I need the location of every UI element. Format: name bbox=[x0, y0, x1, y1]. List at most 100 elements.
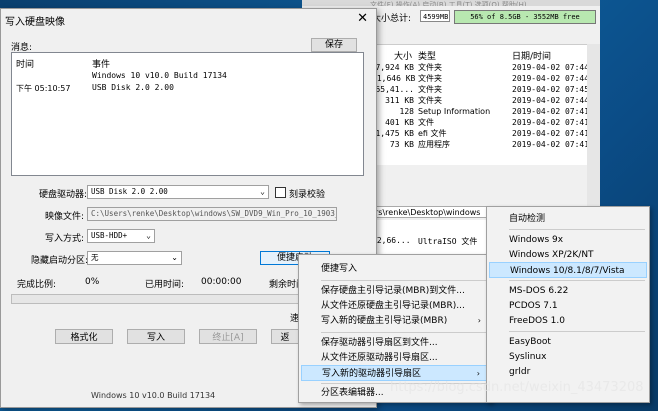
table-row[interactable]: 401 KB文件2019-04-02 07:412 bbox=[372, 118, 600, 128]
write-button[interactable]: 写入 bbox=[127, 329, 185, 344]
boot-sector-submenu: 自动检测 Windows 9x Windows XP/2K/NT Windows… bbox=[486, 206, 650, 403]
chevron-down-icon: ⌄ bbox=[260, 187, 265, 196]
submenu-item-win9x[interactable]: Windows 9x bbox=[489, 232, 647, 248]
bg-cell-type: 文件 bbox=[418, 118, 434, 127]
image-file-field[interactable]: C:\Users\renke\Desktop\windows\SW_DVD9_W… bbox=[87, 207, 337, 221]
chevron-down-icon: ⌄ bbox=[146, 231, 151, 240]
submenu-item-win10[interactable]: Windows 10/8.1/8/7/Vista bbox=[489, 262, 647, 278]
table-row[interactable]: 21,646 KB文件夹2019-04-02 07:443 bbox=[372, 74, 600, 84]
submenu-item-grldr[interactable]: grldr bbox=[489, 364, 647, 380]
table-row[interactable]: 55,41...文件夹2019-04-02 07:453 bbox=[372, 85, 600, 95]
submenu-arrow-icon: › bbox=[477, 316, 481, 325]
menu-separator bbox=[509, 229, 645, 230]
bg-cell-date: 2019-04-02 07:44 bbox=[512, 96, 590, 105]
stop-button[interactable]: 终止[A] bbox=[199, 329, 257, 344]
lower-row-type: UltraISO 文件 bbox=[418, 237, 478, 246]
format-button[interactable]: 格式化 bbox=[55, 329, 113, 344]
bg-cell-date: 2019-04-02 07:44 bbox=[512, 63, 590, 72]
chevron-down-icon: ⌄ bbox=[171, 253, 178, 262]
table-row[interactable]: 311 KB文件夹2019-04-02 07:443 bbox=[372, 96, 600, 106]
write-mode-label: 写入方式: bbox=[45, 234, 85, 244]
menu-separator bbox=[321, 280, 487, 281]
lower-row-size: 02,66... bbox=[372, 236, 411, 245]
log-time-2: 下午 05:10:57 bbox=[16, 84, 71, 93]
menu-item-restore-mbr[interactable]: 从文件还原硬盘主引导记录(MBR)... bbox=[301, 298, 489, 314]
bg-cell-type: 文件夹 bbox=[418, 85, 442, 94]
menu-item-save-mbr[interactable]: 保存硬盘主引导记录(MBR)到文件... bbox=[301, 283, 489, 299]
submenu-item-pcdos[interactable]: PCDOS 7.1 bbox=[489, 298, 647, 314]
col-date-header[interactable]: 日期/时间 bbox=[512, 49, 551, 62]
table-row[interactable]: 128Setup Information2019-04-02 07:412 bbox=[372, 107, 600, 117]
menu-separator bbox=[509, 280, 645, 281]
size-total-bar: 大小总计: 4599MB 56% of 8.5GB - 3552MB free bbox=[372, 8, 600, 26]
submenu-item-winxp[interactable]: Windows XP/2K/NT bbox=[489, 247, 647, 263]
menu-item-write-mbr[interactable]: 写入新的硬盘主引导记录(MBR) › bbox=[301, 313, 489, 329]
drive-select-value: USB Disk 2.0 2.00 bbox=[91, 187, 168, 196]
table-row[interactable]: 7,924 KB文件夹2019-04-02 07:443 bbox=[372, 63, 600, 73]
menu-separator bbox=[509, 331, 645, 332]
bg-cell-size: 73 KB bbox=[389, 140, 414, 149]
size-total-label: 大小总计: bbox=[372, 14, 412, 24]
message-log[interactable]: 时间 事件 Windows 10 v10.0 Build 17134 下午 05… bbox=[11, 52, 364, 176]
bg-cell-size: 401 KB bbox=[385, 118, 414, 127]
verify-checkbox[interactable] bbox=[275, 187, 286, 198]
bg-cell-type: 文件夹 bbox=[418, 96, 442, 105]
hidden-partition-label: 隐藏启动分区: bbox=[31, 256, 89, 266]
close-icon[interactable]: ✕ bbox=[357, 11, 368, 26]
submenu-item-syslinux[interactable]: Syslinux bbox=[489, 349, 647, 365]
hidden-partition-select[interactable]: 无 ⌄ bbox=[87, 251, 182, 265]
bg-cell-type: 文件夹 bbox=[418, 63, 442, 72]
col-event-header: 事件 bbox=[92, 60, 111, 70]
submenu-item-msdos[interactable]: MS-DOS 6.22 bbox=[489, 283, 647, 299]
menu-item-save-boot-sector[interactable]: 保存驱动器引导扇区到文件... bbox=[301, 335, 489, 351]
menu-item-quick-write[interactable]: 便捷写入 bbox=[301, 261, 489, 277]
log-event-2: USB Disk 2.0 2.00 bbox=[92, 83, 174, 92]
submenu-item-easyboot[interactable]: EasyBoot bbox=[489, 334, 647, 350]
menu-item-label: 从文件还原硬盘主引导记录(MBR)... bbox=[321, 301, 465, 311]
col-size-header[interactable]: 大小 bbox=[394, 49, 412, 62]
submenu-item-auto-detect[interactable]: 自动检测 bbox=[489, 211, 647, 227]
log-event-1: Windows 10 v10.0 Build 17134 bbox=[92, 71, 227, 80]
bg-cell-type: 文件夹 bbox=[418, 74, 442, 83]
dialog-title: 写入硬盘映像 bbox=[5, 17, 65, 28]
bg-cell-size: 311 KB bbox=[385, 96, 414, 105]
drive-select[interactable]: USB Disk 2.0 2.00 ⌄ bbox=[87, 185, 269, 199]
menu-item-label: 写入新的驱动器引导扇区 bbox=[322, 369, 422, 379]
menu-item-label: 保存硬盘主引导记录(MBR)到文件... bbox=[321, 286, 465, 296]
menu-item-label: 写入新的硬盘主引导记录(MBR) bbox=[321, 316, 448, 326]
col-type-header[interactable]: 类型 bbox=[418, 49, 436, 62]
write-mode-value: USB-HDD+ bbox=[91, 231, 128, 240]
done-value: 0% bbox=[85, 277, 100, 287]
bg-cell-type: 应用程序 bbox=[418, 140, 450, 149]
elapsed-value: 00:00:00 bbox=[201, 277, 242, 287]
menu-item-restore-boot-sector[interactable]: 从文件还原驱动器引导扇区... bbox=[301, 350, 489, 366]
table-row[interactable]: 1,475 KBefi 文件2019-04-02 07:412 bbox=[372, 129, 600, 139]
bg-cell-type: Setup Information bbox=[418, 107, 491, 116]
save-button[interactable]: 保存 bbox=[311, 38, 357, 52]
submenu-item-freedos[interactable]: FreeDOS 1.0 bbox=[489, 313, 647, 329]
verify-label: 刻录校验 bbox=[289, 190, 326, 200]
done-label: 完成比例: bbox=[17, 280, 57, 290]
bg-cell-date: 2019-04-02 07:41 bbox=[512, 129, 590, 138]
menu-separator bbox=[321, 332, 487, 333]
write-mode-select[interactable]: USB-HDD+ ⌄ bbox=[87, 229, 155, 243]
bg-cell-size: 1,475 KB bbox=[375, 129, 414, 138]
free-space-bar: 56% of 8.5GB - 3552MB free bbox=[454, 10, 596, 24]
menu-item-label: 从文件还原驱动器引导扇区... bbox=[321, 353, 438, 363]
bottom-log-fragment: Windows 10 v10.0 Build 17134 bbox=[91, 391, 216, 400]
table-row[interactable]: 73 KB应用程序2019-04-02 07:412 bbox=[372, 140, 600, 150]
menu-item-label: 便捷写入 bbox=[321, 264, 358, 274]
bg-cell-size: 7,924 KB bbox=[375, 63, 414, 72]
bg-cell-date: 2019-04-02 07:45 bbox=[512, 85, 590, 94]
drive-label: 硬盘驱动器: bbox=[39, 190, 88, 200]
col-time-header: 时间 bbox=[16, 60, 35, 70]
file-list: 大小 类型 日期/时间 7,924 KB 文件夹 2019-04-02 07:44 3… bbox=[372, 44, 600, 165]
menu-item-write-boot-sector[interactable]: 写入新的驱动器引导扇区 › bbox=[301, 365, 489, 381]
back-button[interactable]: 返 bbox=[271, 329, 299, 344]
menu-item-label: 分区表编辑器... bbox=[321, 388, 384, 398]
menu-item-label: 保存驱动器引导扇区到文件... bbox=[321, 338, 438, 348]
bg-cell-date: 2019-04-02 07:41 bbox=[512, 118, 590, 127]
bg-cell-date: 2019-04-02 07:41 bbox=[512, 140, 590, 149]
elapsed-label: 已用时间: bbox=[145, 280, 185, 290]
watermark-text: https://blog.csdn.net/weixin_43473208 bbox=[390, 380, 644, 395]
